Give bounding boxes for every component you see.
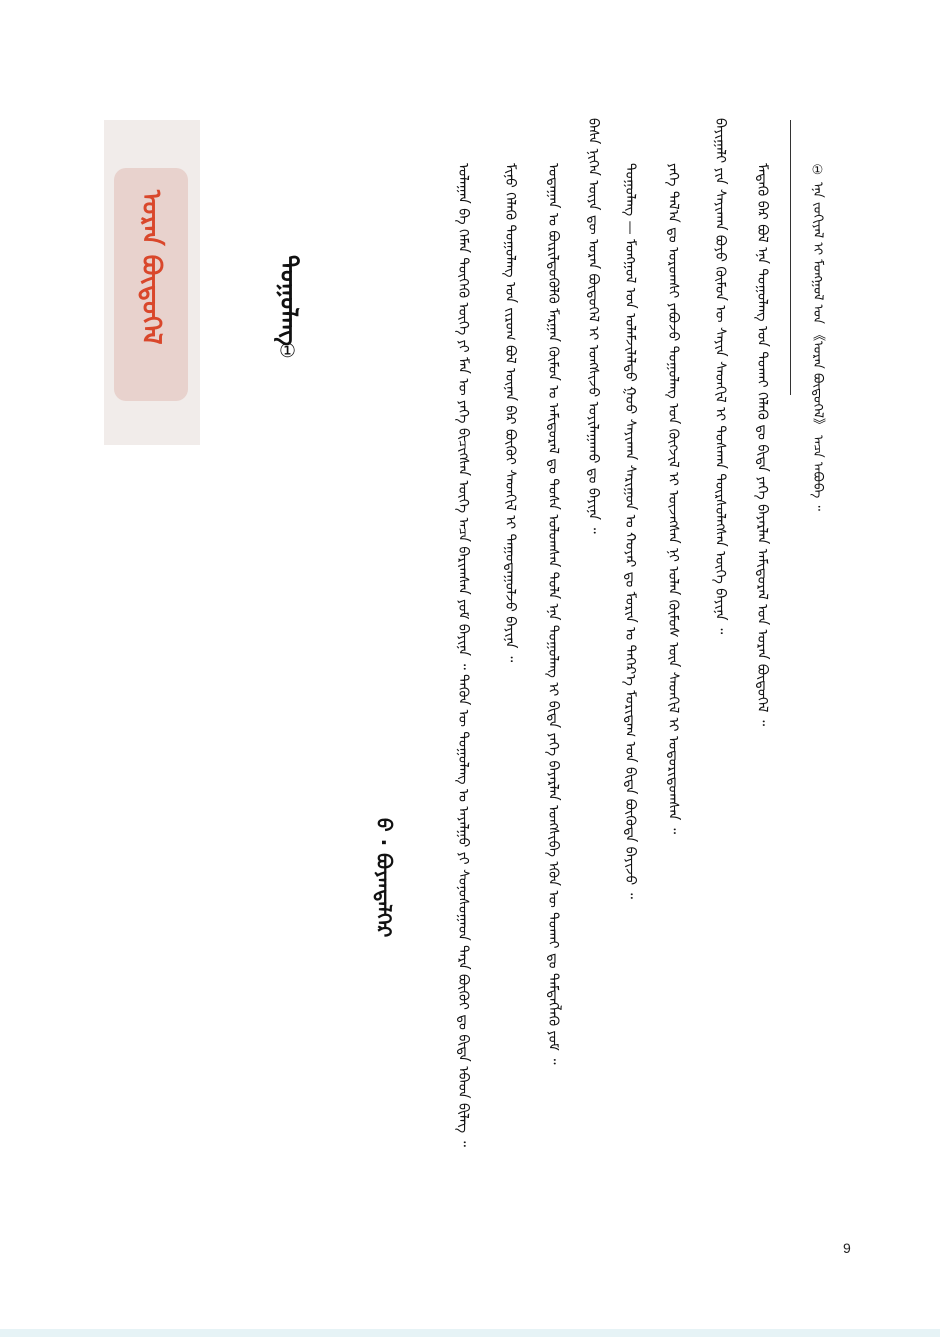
body-text-column: ᠮᠢᠨᠦ ᠬᠡᠯᠡᠬᠦ ᠳᠤᠭᠤᠯᠠᠩ ᠤᠨ ᠵᠢᠷᠤᠭ ᠪᠣᠯ ᠦᠨᠡᠨ ᠪᠡ…	[502, 163, 518, 663]
page-bottom-band	[0, 1329, 940, 1337]
body-text-column: ᠪᠠᠰᠠ ᠨᠢᠭᠡᠨ ᠦᠶᠡ ᠳᠦ ᠤᠷᠠᠨ ᠪᠦᠲᠦᠭᠡᠯ ᠢ ᠤᠩᠰᠢᠵᠤ …	[585, 118, 601, 534]
section-title: ᠳᠤᠭᠤᠯᠠᠩ	[275, 255, 303, 347]
footnote-marker: ①	[810, 163, 825, 178]
footnote-divider	[790, 120, 791, 395]
body-text-column: ᠤᠯᠠᠭᠠᠨ ᠪᠠ ᠬᠡᠮᠡᠨ ᠲᠦᠭᠡᠭᠦ ᠦᠭᠡ ᠶᠢ ᠮᠠᠨ ᠦ ᠶᠡᠬᠡ…	[455, 163, 471, 1147]
body-text-column: ᠮᠡᠳᠡᠬᠦ ᠪᠠᠷ ᠪᠣᠯ ᠡᠨᠡ ᠳᠤᠭᠤᠯᠠᠩ ᠤᠨ ᠲᠤᠬᠠᠢ ᠬᠡᠯᠡ…	[754, 163, 770, 726]
page-number: 9	[843, 1240, 851, 1256]
body-text-column: ᠪᠠᠶᠢᠭᠠᠯᠢ ᠶᠢᠨ ᠰᠠᠶᠢᠬᠠᠨ ᠪᠤᠶᠤ ᠬᠦᠮᠦᠨ ᠦ ᠰᠠᠶᠢᠨ …	[712, 118, 728, 635]
body-text-column: ᠳᠤᠭᠤᠯᠠᠩ — ᠮᠣᠩᠭᠣᠯ ᠤᠨ ᠤᠯᠠᠮᠵᠢᠯᠠᠯᠲᠤ ᠭᠣᠣ ᠰᠠᠶᠢ…	[622, 163, 638, 899]
footnote-text: ① ᠡᠨᠡ ᠵᠣᠬᠢᠶᠠᠯ ᠢ ᠮᠣᠩᠭᠣᠯ ᠤᠨ 《ᠤᠷᠠᠨ ᠪᠦᠲᠦᠭᠡᠯ》…	[808, 163, 826, 511]
title-footnote-marker: ①	[279, 340, 297, 362]
author-name: ᠪ · ᠪᠤᠶᠠᠨᠳᠡᠯᠭᠡᠷ	[372, 818, 396, 938]
body-text-column: ᠤᠳᠠᠭᠠᠨ ᠤ ᠪᠦᠷᠢᠯᠳᠦᠭᠦᠯᠬᠦ ᠮᠠᠷᠭᠠᠨ ᠬᠦᠮᠦᠨ ᠤ ᠠᠮᠢ…	[545, 163, 561, 1065]
footnote-content: ᠡᠨᠡ ᠵᠣᠬᠢᠶᠠᠯ ᠢ ᠮᠣᠩᠭᠣᠯ ᠤᠨ 《ᠤᠷᠠᠨ ᠪᠦᠲᠦᠭᠡᠯ》 ᠠ…	[810, 182, 825, 511]
chapter-tab-label: ᠤᠷᠠᠨ ᠪᠦᠲᠦᠭᠡᠯ	[136, 190, 166, 345]
body-text-column: ᠶᠡᠬᠡ ᠲᠠᠯ᠎ᠠ ᠳᠤ ᠤᠷᠤᠭᠰᠢ ᠶᠠᠪᠤᠵᠤ ᠳᠤᠭᠤᠯᠠᠩ ᠤᠨ ᠬ…	[665, 163, 681, 834]
